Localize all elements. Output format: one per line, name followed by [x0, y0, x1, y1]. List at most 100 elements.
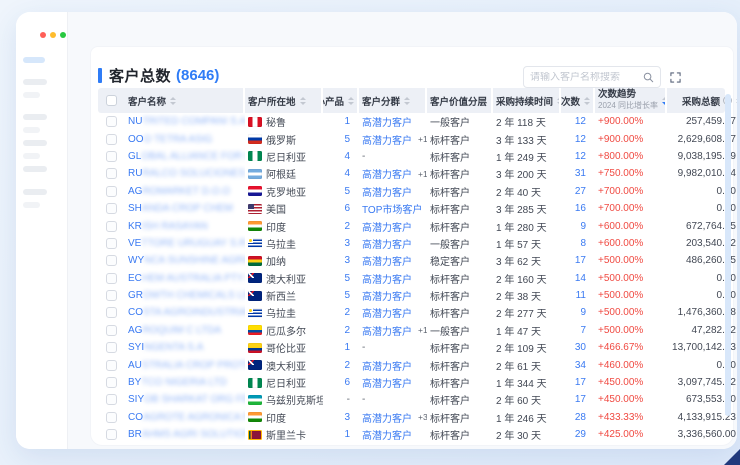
segment-link[interactable]: 高潜力客户 — [362, 219, 412, 234]
segment-link[interactable]: 高潜力客户 — [362, 288, 412, 303]
customer-name-link[interactable]: AGROQUIM C LTDA — [125, 322, 245, 339]
customer-name-link[interactable]: NUTRITED COMPANI S.A.C — [125, 113, 245, 130]
sort-caret[interactable] — [170, 97, 176, 105]
row-checkbox[interactable] — [106, 360, 117, 371]
purchase-count-link[interactable]: 12 — [575, 134, 586, 145]
segment-link[interactable]: 高潜力客户 — [362, 132, 412, 147]
customer-name-link[interactable]: ECHEM AUSTRALIA PTY LIMITED — [125, 270, 245, 287]
customer-name-link[interactable]: SIYOB SHARKAT ORG FERMERX... — [125, 391, 245, 408]
row-checkbox[interactable] — [106, 151, 117, 162]
col-header-core_products[interactable]: 核心产品 — [323, 88, 359, 113]
customer-name-link[interactable]: KRISH RASAYAN — [125, 217, 245, 234]
maximize-window-button[interactable] — [60, 32, 66, 38]
customer-name-link[interactable]: RURALCO SOLUCIONES S.A — [125, 165, 245, 182]
minimize-window-button[interactable] — [50, 32, 56, 38]
segment-link[interactable]: TOP市场客户 — [362, 201, 422, 216]
segment-link[interactable]: 高潜力客户 — [362, 253, 412, 268]
core-products-count[interactable]: 5 — [344, 273, 350, 284]
purchase-count-link[interactable]: 9 — [580, 221, 586, 232]
customer-name-link[interactable]: SYINGENTA S.A — [125, 339, 245, 356]
col-header-duration[interactable]: 采购持续时间 — [493, 88, 561, 113]
core-products-count[interactable]: 1 — [344, 342, 350, 353]
core-products-count[interactable]: 2 — [344, 360, 350, 371]
fullscreen-expand-icon[interactable] — [670, 72, 681, 83]
row-checkbox[interactable] — [106, 221, 117, 232]
sort-caret[interactable] — [736, 97, 737, 105]
purchase-count-link[interactable]: 17 — [575, 377, 586, 388]
purchase-count-link[interactable]: 30 — [575, 342, 586, 353]
purchase-count-link[interactable]: 9 — [580, 307, 586, 318]
customer-search-box[interactable] — [523, 66, 661, 88]
core-products-count[interactable]: 3 — [344, 255, 350, 266]
search-input[interactable] — [530, 72, 643, 83]
core-products-count[interactable]: 4 — [344, 151, 350, 162]
row-checkbox[interactable] — [106, 168, 117, 179]
col-header-value_tier[interactable]: 客户价值分层 — [427, 88, 493, 113]
purchase-count-link[interactable]: 34 — [575, 360, 586, 371]
core-products-count[interactable]: 5 — [344, 290, 350, 301]
customer-name-link[interactable]: AGROMARKET D.O.O — [125, 183, 245, 200]
segment-link[interactable]: 高潜力客户 — [362, 305, 412, 320]
row-checkbox[interactable] — [106, 429, 117, 440]
col-header-segment[interactable]: 客户分群 — [359, 88, 427, 113]
segment-link[interactable]: 高潜力客户 — [362, 271, 412, 286]
customer-name-link[interactable]: OOO TETRA ASIG — [125, 130, 245, 147]
core-products-count[interactable]: 2 — [344, 325, 350, 336]
row-checkbox[interactable] — [106, 116, 117, 127]
core-products-count[interactable]: 1 — [344, 429, 350, 440]
sort-caret[interactable] — [300, 97, 306, 105]
customer-name-link[interactable]: WYNCA SUNSHINE AGRIC PRODU... — [125, 252, 245, 269]
close-window-button[interactable] — [40, 32, 46, 38]
row-checkbox[interactable] — [106, 342, 117, 353]
core-products-count[interactable]: 5 — [344, 186, 350, 197]
purchase-count-link[interactable]: 12 — [575, 116, 586, 127]
row-checkbox[interactable] — [106, 377, 117, 388]
customer-name-link[interactable]: SHANDA CROP CHEM — [125, 200, 245, 217]
row-checkbox[interactable] — [106, 325, 117, 336]
row-checkbox[interactable] — [106, 290, 117, 301]
sort-caret[interactable] — [404, 97, 410, 105]
purchase-count-link[interactable]: 17 — [575, 255, 586, 266]
row-checkbox[interactable] — [106, 394, 117, 405]
sort-caret[interactable] — [348, 97, 354, 105]
row-checkbox[interactable] — [106, 307, 117, 318]
col-header-name[interactable]: 客户名称 — [125, 88, 245, 113]
core-products-count[interactable]: 4 — [344, 168, 350, 179]
purchase-count-link[interactable]: 11 — [576, 290, 586, 301]
row-checkbox[interactable] — [106, 203, 117, 214]
segment-link[interactable]: 高潜力客户 — [362, 358, 412, 373]
col-header-trend[interactable]: 次数趋势2024 同比增长率 — [595, 88, 667, 113]
customer-name-link[interactable]: GLOBAL ALLIANCE FOR CHEMICA... — [125, 148, 245, 165]
purchase-count-link[interactable]: 7 — [580, 325, 586, 336]
customer-name-link[interactable]: VETTORE URUGUAY S.R.L — [125, 235, 245, 252]
core-products-count[interactable]: 2 — [344, 307, 350, 318]
sort-caret[interactable] — [584, 97, 590, 105]
segment-link[interactable]: 高潜力客户 — [362, 236, 412, 251]
purchase-count-link[interactable]: 8 — [580, 238, 586, 249]
purchase-count-link[interactable]: 28 — [575, 412, 586, 423]
customer-name-link[interactable]: BYTCO NIGERIA LTD — [125, 374, 245, 391]
row-checkbox[interactable] — [106, 186, 117, 197]
customer-name-link[interactable]: GROWTH CHEMICALS LIMITED — [125, 287, 245, 304]
customer-name-link[interactable]: COSTA AGROINDUSTRIAL ALIANZR... — [125, 304, 245, 321]
segment-link[interactable]: 高潜力客户 — [362, 375, 412, 390]
row-checkbox[interactable] — [106, 273, 117, 284]
core-products-count[interactable]: 1 — [344, 116, 350, 127]
col-header-purchase_count[interactable]: 采购总次数 — [561, 88, 595, 113]
customer-name-link[interactable]: BRAHMS AGRI SOLUTIONS PVTLTD — [125, 426, 245, 443]
segment-link[interactable]: 高潜力客户 — [362, 166, 412, 181]
purchase-count-link[interactable]: 12 — [575, 151, 586, 162]
purchase-count-link[interactable]: 14 — [575, 273, 586, 284]
segment-link[interactable]: 高潜力客户 — [362, 410, 412, 425]
segment-link[interactable]: 高潜力客户 — [362, 427, 412, 442]
purchase-count-link[interactable]: 16 — [575, 203, 586, 214]
row-checkbox[interactable] — [106, 412, 117, 423]
purchase-count-link[interactable]: 29 — [575, 429, 586, 440]
core-products-count[interactable]: 6 — [344, 203, 350, 214]
core-products-count[interactable]: 3 — [344, 412, 350, 423]
segment-link[interactable]: 高潜力客户 — [362, 114, 412, 129]
row-checkbox[interactable] — [106, 134, 117, 145]
core-products-count[interactable]: 3 — [344, 238, 350, 249]
purchase-count-link[interactable]: 17 — [575, 394, 586, 405]
segment-link[interactable]: 高潜力客户 — [362, 184, 412, 199]
